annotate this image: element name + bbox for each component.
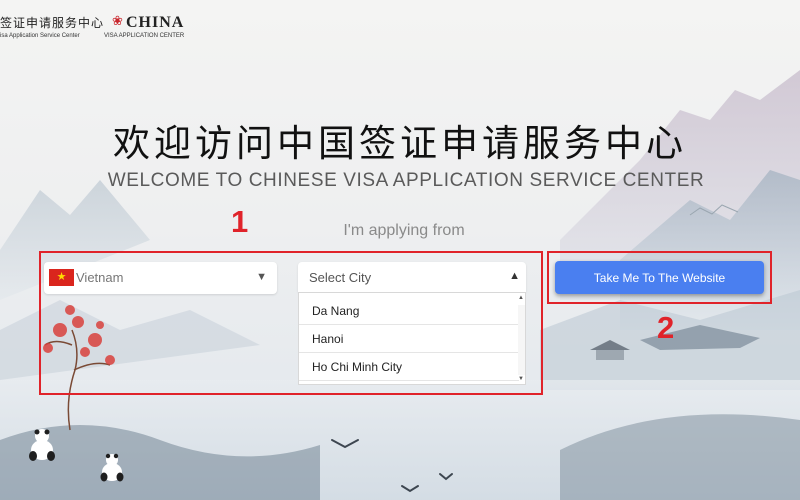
chevron-up-icon: ▲ xyxy=(509,270,520,282)
city-select-placeholder: Select City xyxy=(309,270,372,285)
scroll-up-arrow-icon[interactable]: ▲ xyxy=(518,295,524,301)
city-dropdown-list[interactable]: Da Nang Hanoi Ho Chi Minh City ▲ ▼ xyxy=(298,292,526,385)
china-emblem-icon: ❀ xyxy=(112,14,123,29)
dropdown-scrollbar[interactable] xyxy=(518,305,525,375)
annotation-number-1: 1 xyxy=(231,204,249,239)
city-option-da-nang[interactable]: Da Nang xyxy=(299,297,519,325)
landscape-background xyxy=(0,70,800,500)
china-logo-subtitle: VISA APPLICATION CENTER xyxy=(104,33,185,39)
vietnam-flag-icon: ★ xyxy=(49,269,74,286)
chevron-down-icon: ▼ xyxy=(256,271,267,283)
site-header: 签证申请服务中心 isa Application Service Center … xyxy=(0,0,800,48)
city-option-hanoi[interactable]: Hanoi xyxy=(299,325,519,353)
page-title-english: WELCOME TO CHINESE VISA APPLICATION SERV… xyxy=(107,170,705,191)
city-select[interactable]: Select City ▲ xyxy=(298,262,526,292)
annotation-number-2: 2 xyxy=(657,310,675,345)
visa-center-logo[interactable]: 签证申请服务中心 isa Application Service Center xyxy=(0,14,104,39)
take-me-to-website-button[interactable]: Take Me To The Website xyxy=(555,261,764,294)
scroll-down-arrow-icon[interactable]: ▼ xyxy=(518,376,524,382)
applying-from-label: I'm applying from xyxy=(343,222,465,239)
country-selected-value: Vietnam xyxy=(76,270,124,285)
logo-english-text: isa Application Service Center xyxy=(0,33,80,39)
country-select[interactable]: ★ Vietnam ▼ xyxy=(44,262,277,294)
page-title-chinese: 欢迎访问中国签证申请服务中心 xyxy=(113,122,687,165)
city-option-ho-chi-minh-city[interactable]: Ho Chi Minh City xyxy=(299,353,519,381)
logo-chinese-text: 签证申请服务中心 xyxy=(0,16,105,30)
china-logo-word: CHINA xyxy=(126,14,185,31)
